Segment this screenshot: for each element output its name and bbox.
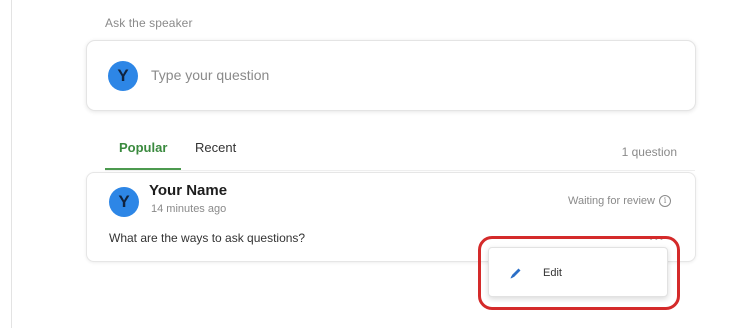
tabs-divider	[105, 170, 695, 171]
status-label: Waiting for review	[567, 195, 655, 207]
avatar: Y	[109, 187, 139, 217]
tab-recent[interactable]: Recent	[195, 140, 236, 155]
question-count: 1 question	[621, 145, 677, 159]
more-options-icon[interactable]: •••	[649, 231, 665, 245]
left-divider	[11, 0, 12, 328]
author-name: Your Name	[149, 182, 228, 199]
ask-heading: Ask the speaker	[105, 16, 193, 30]
tab-popular[interactable]: Popular	[119, 140, 167, 155]
active-tab-indicator	[105, 168, 181, 170]
review-status: Waiting for review i	[568, 195, 671, 207]
question-options-menu: Edit	[488, 247, 668, 297]
question-input[interactable]	[151, 67, 671, 83]
edit-label: Edit	[543, 267, 562, 279]
qa-panel: Ask the speaker Y Popular Recent 1 quest…	[0, 0, 754, 328]
pencil-icon	[510, 268, 521, 279]
avatar: Y	[108, 61, 138, 91]
ask-question-box[interactable]: Y	[86, 40, 696, 111]
timestamp: 14 minutes ago	[151, 203, 227, 215]
edit-menu-item[interactable]: Edit	[489, 248, 667, 296]
question-text: What are the ways to ask questions?	[109, 231, 306, 245]
info-icon[interactable]: i	[659, 195, 671, 207]
